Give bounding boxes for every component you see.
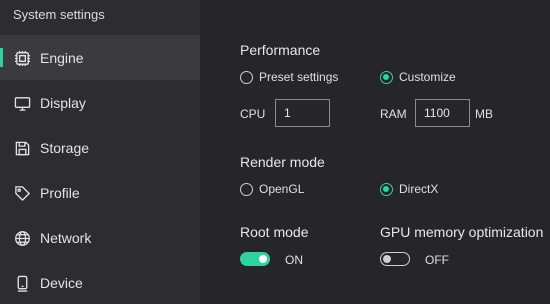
sidebar-item-label: Display <box>40 95 86 111</box>
globe-icon <box>13 229 31 247</box>
phone-icon <box>13 274 31 292</box>
save-icon <box>13 139 31 157</box>
cpu-label: CPU <box>240 107 266 121</box>
sidebar-item-label: Engine <box>40 50 84 66</box>
gpu-optimization-toggle[interactable] <box>380 252 410 266</box>
sidebar-item-label: Profile <box>40 185 80 201</box>
ram-unit-label: MB <box>475 107 493 121</box>
radio-label: OpenGL <box>259 182 305 196</box>
render-mode-heading: Render mode <box>240 154 325 170</box>
cpu-input[interactable] <box>275 99 330 127</box>
root-mode-toggle[interactable] <box>240 252 270 266</box>
root-mode-state: ON <box>285 253 303 267</box>
performance-heading: Performance <box>240 42 321 58</box>
opengl-radio[interactable]: OpenGL <box>240 182 304 196</box>
app-title: System settings <box>13 7 105 22</box>
sidebar-item-profile[interactable]: Profile <box>0 170 200 215</box>
monitor-icon <box>13 94 31 112</box>
ram-input[interactable] <box>415 99 470 127</box>
root-mode-heading: Root mode <box>240 224 309 240</box>
sidebar: System settings Engine Display Storage P… <box>0 0 200 304</box>
gpu-optimization-state: OFF <box>425 253 449 267</box>
ram-label: RAM <box>380 107 407 121</box>
gpu-optimization-heading: GPU memory optimization <box>380 224 544 240</box>
sidebar-item-label: Storage <box>40 140 90 156</box>
sidebar-item-label: Device <box>40 275 83 291</box>
radio-unselected-icon <box>240 182 253 196</box>
radio-label: Preset settings <box>259 70 339 84</box>
radio-unselected-icon <box>240 70 253 84</box>
engine-settings-panel: Performance Preset settings Customize CP… <box>200 0 550 304</box>
sidebar-item-label: Network <box>40 230 92 246</box>
tag-icon <box>13 184 31 202</box>
sidebar-item-display[interactable]: Display <box>0 80 200 125</box>
radio-label: DirectX <box>399 182 439 196</box>
sidebar-item-network[interactable]: Network <box>0 215 200 260</box>
toggle-knob <box>259 255 267 263</box>
preset-settings-radio[interactable]: Preset settings <box>240 70 338 84</box>
chip-icon <box>13 49 31 67</box>
sidebar-item-storage[interactable]: Storage <box>0 125 200 170</box>
sidebar-item-engine[interactable]: Engine <box>0 35 200 80</box>
customize-radio[interactable]: Customize <box>380 70 456 84</box>
radio-selected-icon <box>380 70 393 84</box>
radio-label: Customize <box>399 70 456 84</box>
directx-radio[interactable]: DirectX <box>380 182 438 196</box>
radio-selected-icon <box>380 182 393 196</box>
sidebar-item-device[interactable]: Device <box>0 260 200 304</box>
toggle-knob <box>383 254 391 263</box>
